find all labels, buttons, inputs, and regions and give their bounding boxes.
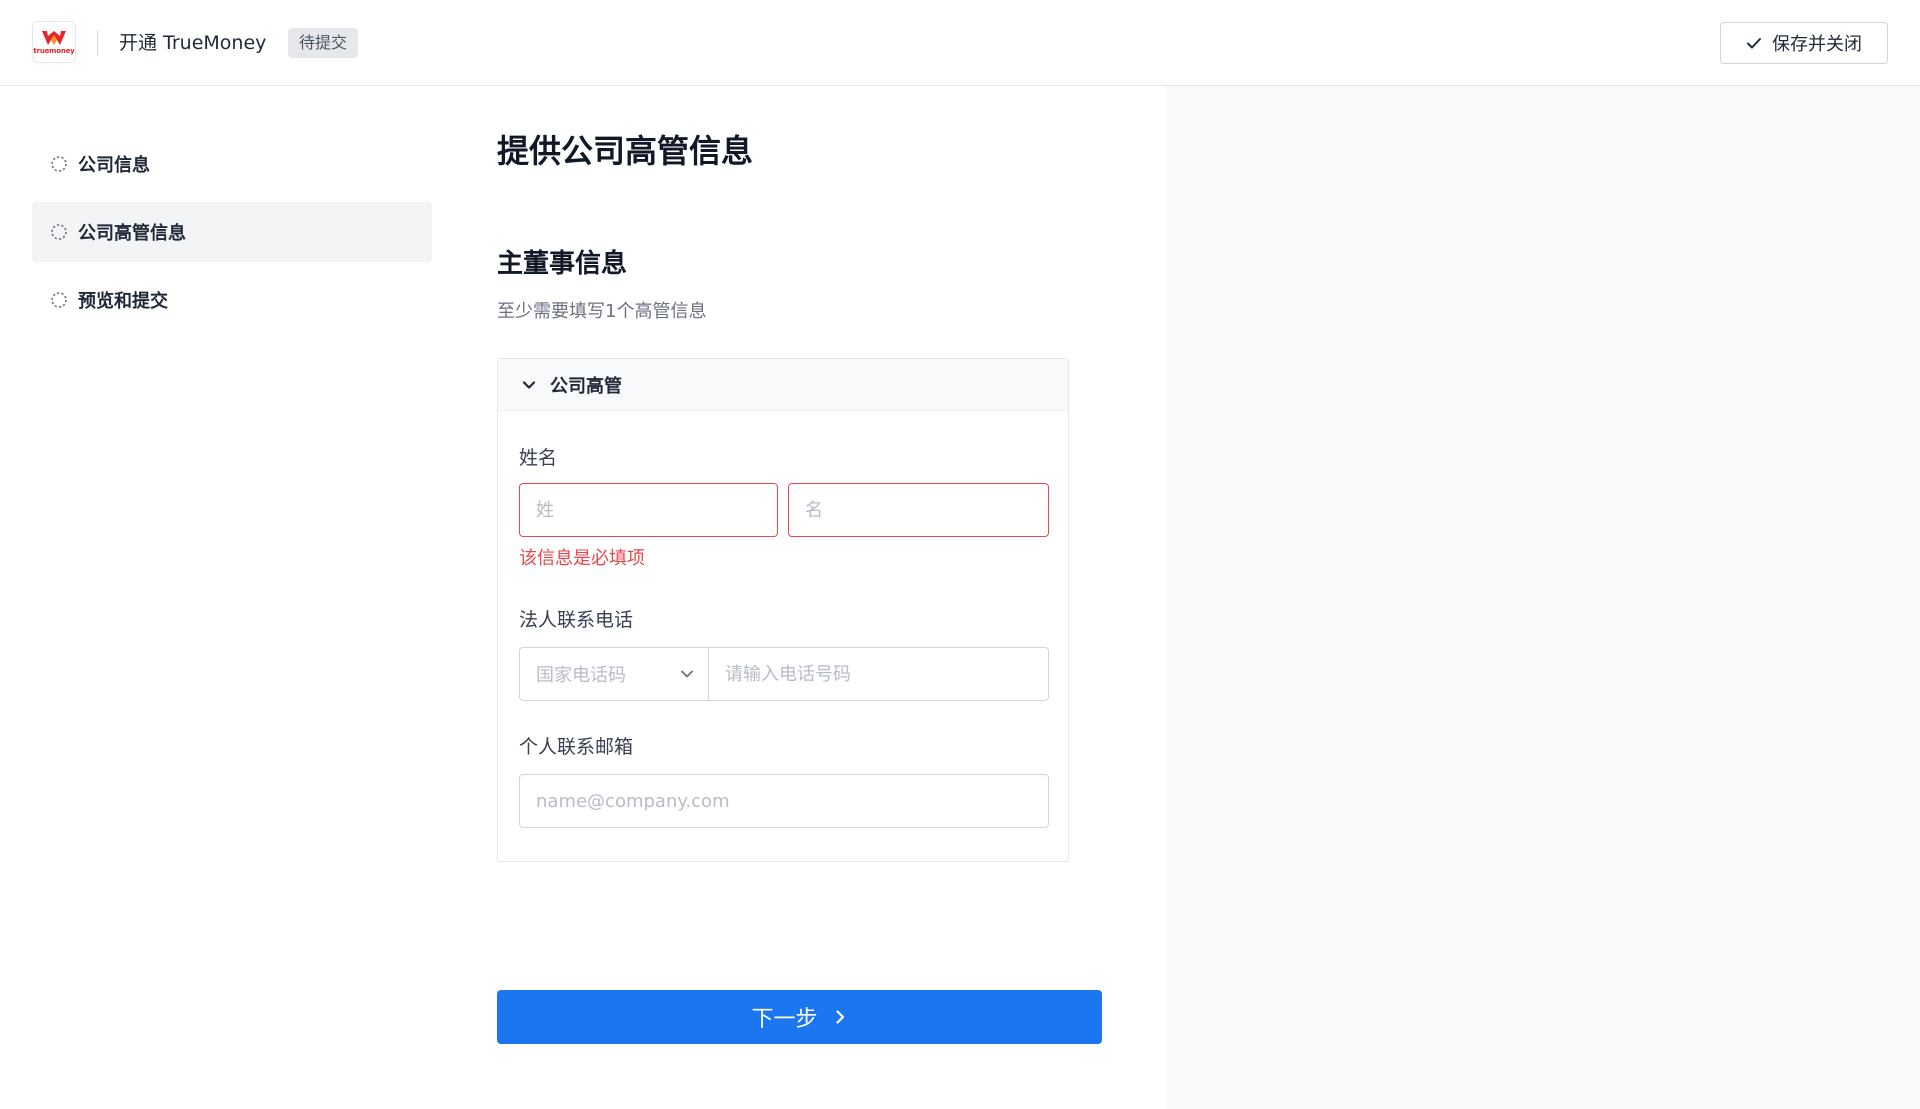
next-step-button[interactable]: 下一步 bbox=[497, 990, 1102, 1044]
step-executive-info[interactable]: 公司高管信息 bbox=[32, 202, 432, 262]
save-and-close-button[interactable]: 保存并关闭 bbox=[1720, 22, 1888, 64]
next-step-label: 下一步 bbox=[751, 1007, 818, 1032]
logo-wordmark: truemoney bbox=[33, 46, 75, 55]
executive-card-header[interactable]: 公司高管 bbox=[498, 359, 1068, 411]
page-header-title: 开通 TrueMoney bbox=[119, 32, 267, 54]
name-label: 姓名 bbox=[519, 447, 558, 469]
chevron-down-icon bbox=[522, 380, 536, 389]
section-title: 主董事信息 bbox=[497, 249, 628, 279]
surname-input[interactable] bbox=[519, 483, 778, 537]
given-name-input[interactable] bbox=[788, 483, 1049, 537]
app-header: truemoney 开通 TrueMoney 待提交 保存并关闭 bbox=[0, 0, 1920, 86]
status-badge: 待提交 bbox=[288, 28, 359, 58]
pending-step-icon bbox=[51, 292, 67, 308]
step-label: 预览和提交 bbox=[78, 291, 168, 312]
step-preview-submit[interactable]: 预览和提交 bbox=[32, 270, 432, 330]
page-title: 提供公司高管信息 bbox=[497, 132, 754, 170]
chevron-down-icon bbox=[681, 670, 693, 678]
truemoney-logo-icon bbox=[42, 30, 66, 45]
phone-label: 法人联系电话 bbox=[519, 609, 634, 631]
executive-card: 公司高管 姓名 该信息是必填项 法人联系电话 国家电话码 个人联系邮箱 bbox=[497, 358, 1069, 862]
email-input[interactable] bbox=[519, 774, 1049, 828]
truemoney-logo: truemoney bbox=[32, 21, 76, 63]
check-icon bbox=[1747, 38, 1761, 49]
email-label: 个人联系邮箱 bbox=[519, 736, 634, 758]
country-code-placeholder: 国家电话码 bbox=[536, 665, 626, 686]
step-label: 公司信息 bbox=[78, 155, 150, 176]
name-error-message: 该信息是必填项 bbox=[519, 548, 645, 569]
chevron-right-icon bbox=[835, 1010, 844, 1024]
step-company-info[interactable]: 公司信息 bbox=[32, 134, 432, 194]
phone-input[interactable] bbox=[708, 647, 1049, 701]
pending-step-icon bbox=[51, 224, 67, 240]
step-sidebar: 公司信息 公司高管信息 预览和提交 bbox=[32, 134, 432, 338]
save-and-close-label: 保存并关闭 bbox=[1772, 34, 1862, 54]
preview-panel bbox=[1166, 86, 1920, 1109]
header-divider bbox=[97, 30, 98, 56]
section-subtitle: 至少需要填写1个高管信息 bbox=[497, 301, 707, 322]
executive-card-title: 公司高管 bbox=[550, 375, 622, 397]
country-code-select[interactable]: 国家电话码 bbox=[519, 647, 708, 701]
step-label: 公司高管信息 bbox=[78, 223, 186, 244]
pending-step-icon bbox=[51, 156, 67, 172]
